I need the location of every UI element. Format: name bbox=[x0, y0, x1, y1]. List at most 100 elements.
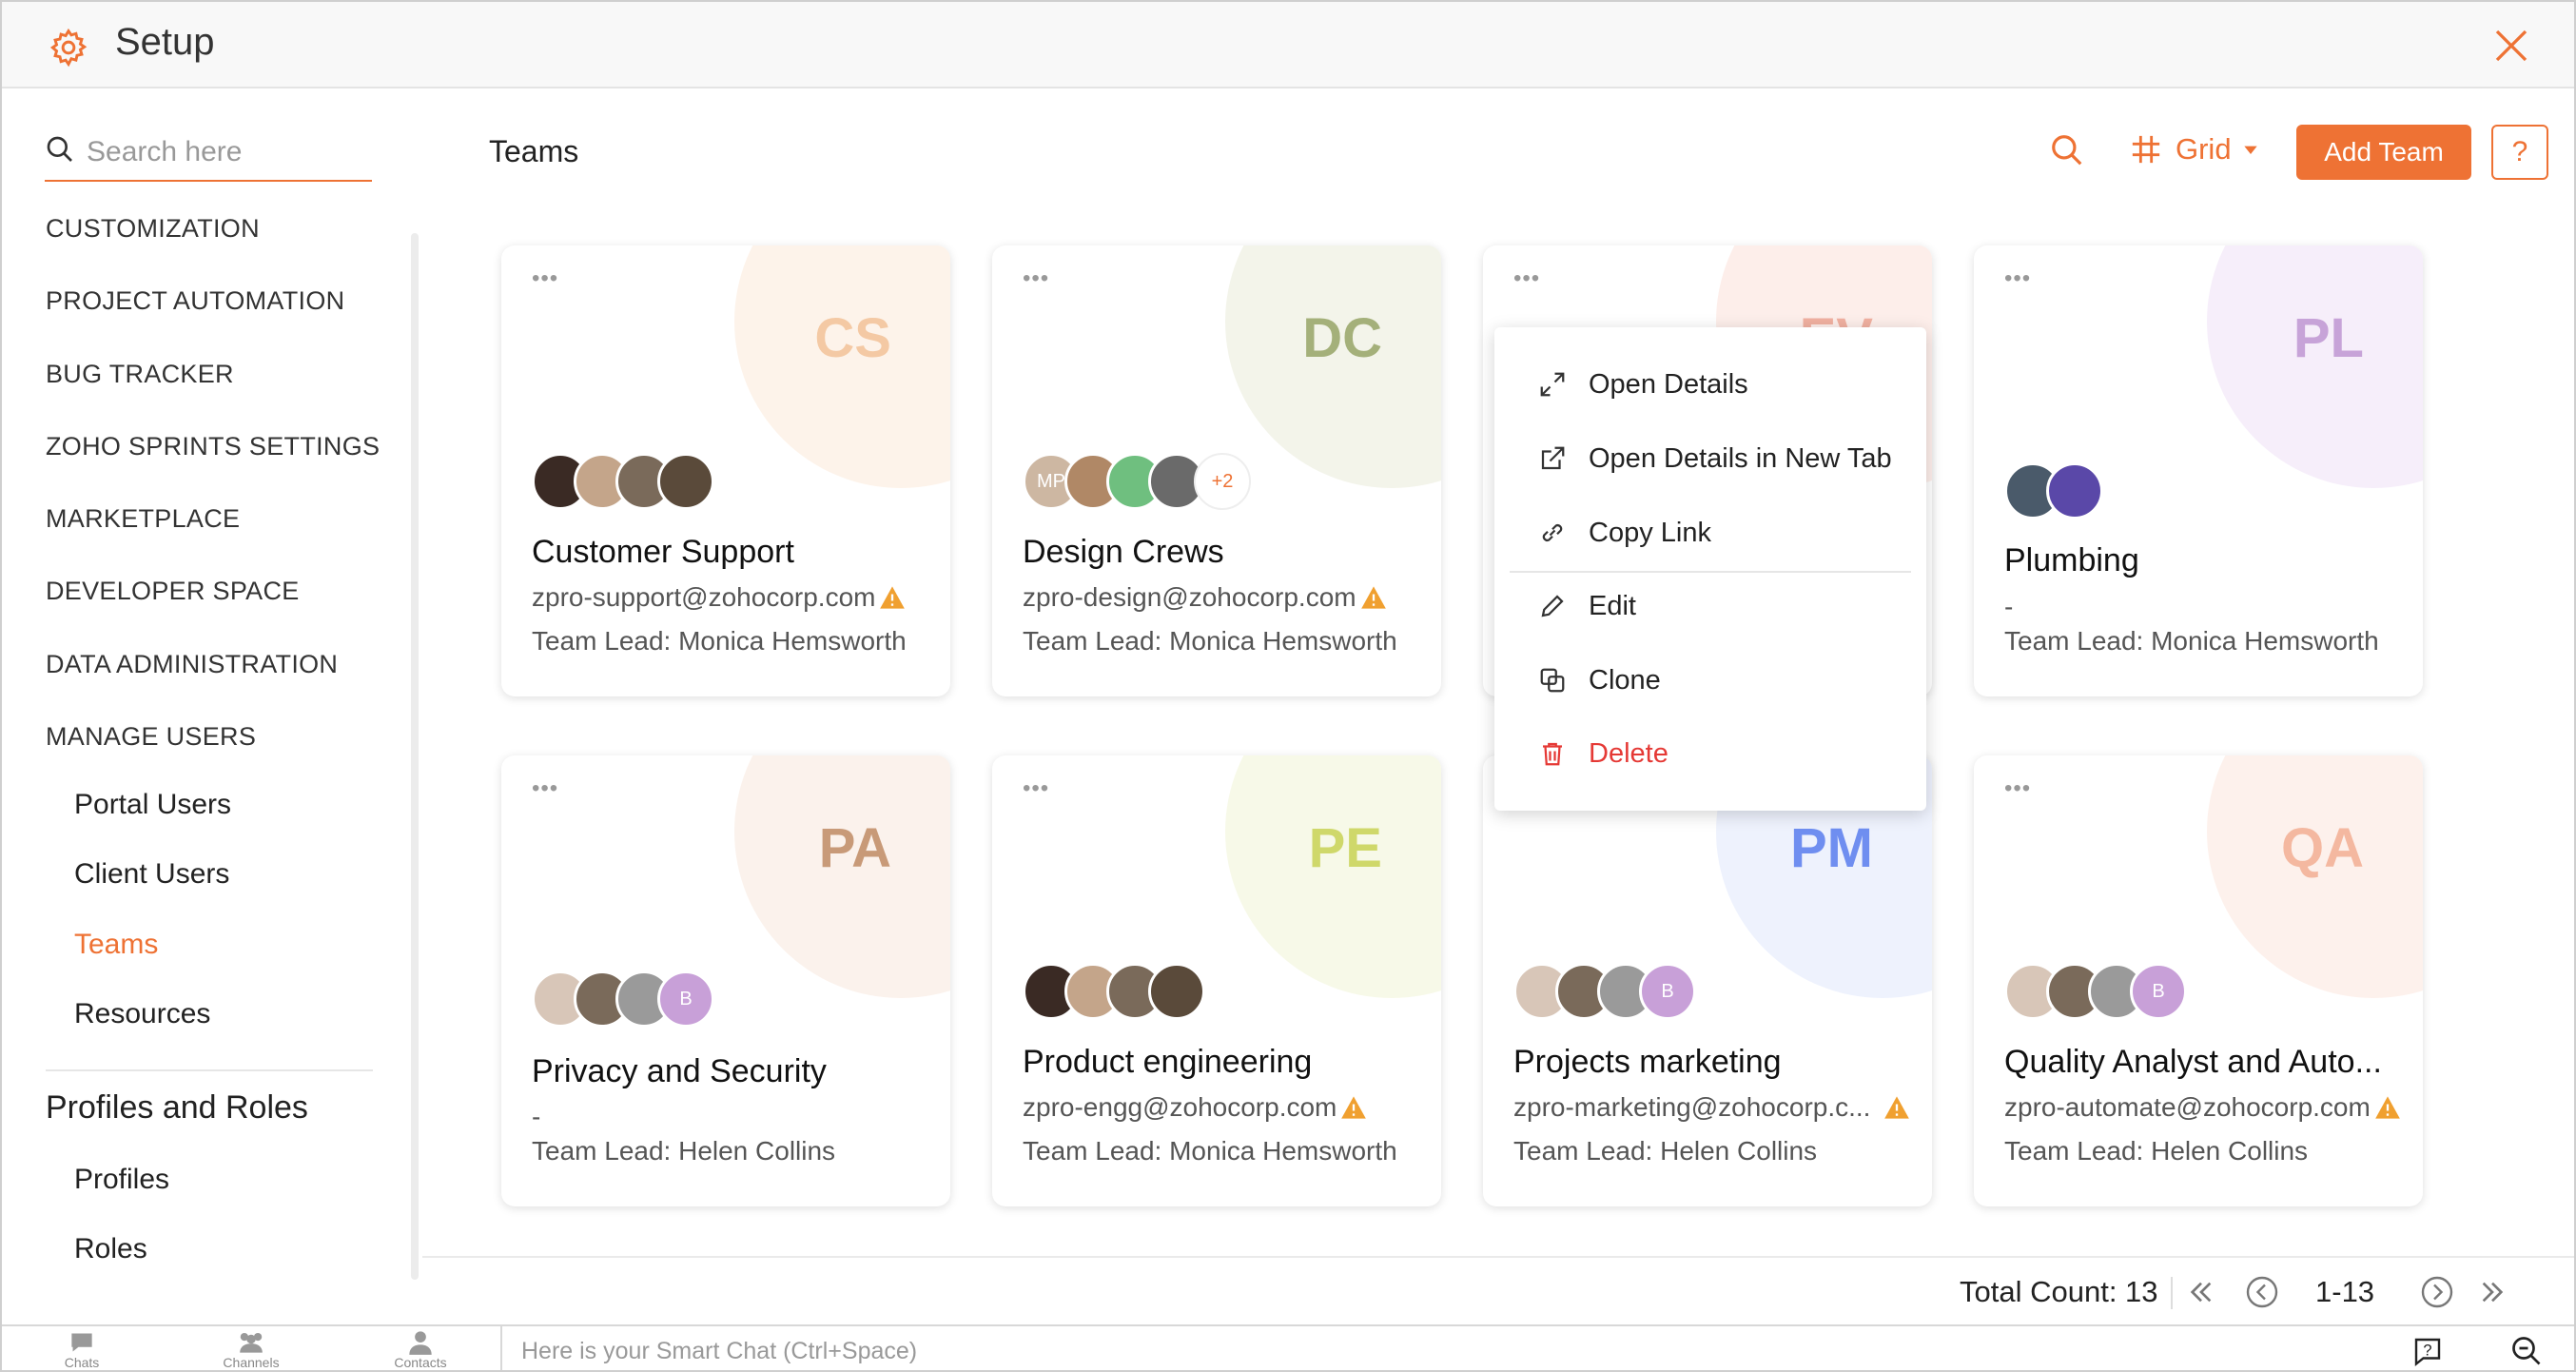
sidebar-item-data-administration[interactable]: DATA ADMINISTRATION bbox=[46, 650, 338, 679]
team-lead: Team Lead: Helen Collins bbox=[1513, 1136, 1818, 1166]
add-team-button[interactable]: Add Team bbox=[2296, 125, 2471, 180]
team-initials: PM bbox=[1790, 817, 1873, 879]
menu-item-clone[interactable]: Clone bbox=[1494, 649, 1926, 712]
team-initials: PL bbox=[2293, 307, 2364, 369]
sidebar-item-marketplace[interactable]: MARKETPLACE bbox=[46, 504, 240, 534]
menu-item-open-details[interactable]: Open Details bbox=[1494, 353, 1926, 416]
grid-hash-icon bbox=[2132, 135, 2160, 164]
sidebar-item-manage-users[interactable]: MANAGE USERS bbox=[46, 722, 256, 752]
sidebar-item-teams[interactable]: Teams bbox=[74, 929, 158, 961]
menu-item-copy-link[interactable]: Copy Link bbox=[1494, 501, 1926, 564]
sidebar-group-profiles-and-roles[interactable]: Profiles and Roles bbox=[46, 1089, 308, 1127]
member-avatars[interactable] bbox=[1023, 963, 1205, 1020]
menu-item-edit[interactable]: Edit bbox=[1494, 575, 1926, 637]
team-card-privacy-and-security[interactable]: ••• PA B Privacy and Security - Team Lea… bbox=[501, 755, 950, 1206]
more-options-icon[interactable]: ••• bbox=[2004, 267, 2031, 290]
team-card-plumbing[interactable]: ••• PL Plumbing - Team Lead: Monica Hems… bbox=[1974, 245, 2423, 696]
team-card-quality-analyst[interactable]: ••• QA B Quality Analyst and Auto... zpr… bbox=[1974, 755, 2423, 1206]
team-email-text: zpro-support@zohocorp.com bbox=[532, 582, 876, 612]
warning-icon bbox=[1360, 586, 1386, 609]
sidebar-item-resources[interactable]: Resources bbox=[74, 998, 210, 1030]
sidebar-item-developer-space[interactable]: DEVELOPER SPACE bbox=[46, 577, 300, 606]
sidebar-item-bug-tracker[interactable]: BUG TRACKER bbox=[46, 360, 234, 389]
team-card-product-engineering[interactable]: ••• PE Product engineering zpro-engg@zoh… bbox=[992, 755, 1441, 1206]
avatar-overflow-count[interactable]: +2 bbox=[1194, 453, 1251, 510]
sidebar: Search here CUSTOMIZATION PROJECT AUTOMA… bbox=[2, 88, 422, 1324]
link-icon bbox=[1542, 524, 1563, 541]
avatar: B bbox=[1639, 963, 1696, 1020]
team-name[interactable]: Plumbing bbox=[2004, 542, 2139, 579]
menu-item-delete[interactable]: Delete bbox=[1494, 722, 1926, 785]
svg-text:?: ? bbox=[2423, 1343, 2431, 1360]
member-avatars[interactable] bbox=[532, 453, 714, 510]
sidebar-item-profiles[interactable]: Profiles bbox=[74, 1164, 169, 1196]
first-page-icon[interactable] bbox=[2186, 1277, 2216, 1307]
search-icon[interactable] bbox=[2049, 132, 2085, 168]
menu-item-label: Open Details in New Tab bbox=[1589, 442, 1892, 474]
caret-down-icon bbox=[2243, 146, 2257, 154]
member-avatars[interactable] bbox=[2004, 462, 2103, 519]
channels-tab[interactable]: Channels bbox=[213, 1330, 289, 1370]
warning-icon bbox=[880, 586, 906, 609]
team-email-text: zpro-design@zohocorp.com bbox=[1023, 582, 1356, 612]
more-options-icon[interactable]: ••• bbox=[1023, 777, 1049, 800]
smart-chat-input[interactable]: Here is your Smart Chat (Ctrl+Space) bbox=[500, 1326, 2403, 1370]
sidebar-item-roles[interactable]: Roles bbox=[74, 1233, 147, 1265]
more-options-icon[interactable]: ••• bbox=[2004, 777, 2031, 800]
team-card-design-crews[interactable]: ••• DC MP +2 Design Crews zpro-design@zo… bbox=[992, 245, 1441, 696]
team-email: zpro-marketing@zohocorp.c... bbox=[1513, 1092, 1910, 1123]
more-options-icon[interactable]: ••• bbox=[532, 267, 558, 290]
member-avatars[interactable]: B bbox=[1513, 963, 1696, 1020]
team-card-projects-marketing[interactable]: ••• PM B Projects marketing zpro-marketi… bbox=[1483, 755, 1932, 1206]
member-avatars[interactable]: B bbox=[532, 970, 714, 1028]
help-button[interactable]: ? bbox=[2491, 125, 2548, 180]
team-name[interactable]: Design Crews bbox=[1023, 534, 1224, 571]
sidebar-item-customization[interactable]: CUSTOMIZATION bbox=[46, 214, 260, 244]
sidebar-item-client-users[interactable]: Client Users bbox=[74, 858, 229, 891]
contacts-tab[interactable]: Contacts bbox=[382, 1330, 459, 1370]
channels-label: Channels bbox=[223, 1355, 280, 1370]
sidebar-item-portal-users[interactable]: Portal Users bbox=[74, 789, 231, 821]
sidebar-search[interactable]: Search here bbox=[45, 121, 372, 182]
menu-item-label: Edit bbox=[1589, 590, 1636, 621]
team-name[interactable]: Product engineering bbox=[1023, 1044, 1312, 1081]
total-count: Total Count: 13 bbox=[1960, 1275, 2158, 1308]
more-options-icon[interactable]: ••• bbox=[532, 777, 558, 800]
menu-item-label: Delete bbox=[1589, 737, 1669, 769]
search-input[interactable]: Search here bbox=[87, 136, 242, 168]
page-title: Teams bbox=[489, 134, 579, 168]
more-options-icon[interactable]: ••• bbox=[1023, 267, 1049, 290]
team-email: - bbox=[532, 1102, 541, 1131]
search-chat-icon[interactable] bbox=[2509, 1334, 2544, 1368]
team-lead: Team Lead: Helen Collins bbox=[532, 1136, 836, 1166]
team-lead: Team Lead: Monica Hemsworth bbox=[2004, 626, 2379, 656]
team-initials: DC bbox=[1302, 307, 1382, 369]
close-icon[interactable] bbox=[2492, 27, 2530, 65]
trash-icon bbox=[1543, 742, 1562, 766]
team-name[interactable]: Quality Analyst and Auto... bbox=[2004, 1044, 2382, 1081]
more-options-icon[interactable]: ••• bbox=[1513, 267, 1540, 290]
team-lead: Team Lead: Helen Collins bbox=[2004, 1136, 2309, 1166]
top-bar: Setup bbox=[2, 2, 2574, 88]
menu-item-open-new-tab[interactable]: Open Details in New Tab bbox=[1494, 427, 1926, 490]
sidebar-scrollbar[interactable] bbox=[411, 233, 419, 1280]
help-circle-icon[interactable]: ? bbox=[2410, 1334, 2445, 1368]
sidebar-item-zoho-sprints-settings[interactable]: ZOHO SPRINTS SETTINGS bbox=[46, 432, 380, 461]
team-lead: Team Lead: Monica Hemsworth bbox=[532, 626, 907, 656]
external-link-icon bbox=[1541, 446, 1565, 470]
chats-tab[interactable]: Chats bbox=[44, 1330, 120, 1370]
member-avatars[interactable]: MP +2 bbox=[1023, 453, 1251, 510]
team-name[interactable]: Privacy and Security bbox=[532, 1053, 827, 1090]
next-page-icon[interactable] bbox=[2420, 1275, 2454, 1309]
menu-item-label: Copy Link bbox=[1589, 517, 1711, 548]
member-avatars[interactable]: B bbox=[2004, 963, 2187, 1020]
team-name[interactable]: Customer Support bbox=[532, 534, 794, 571]
previous-page-icon[interactable] bbox=[2245, 1275, 2279, 1309]
view-toggle-grid[interactable]: Grid bbox=[2130, 128, 2274, 170]
last-page-icon[interactable] bbox=[2477, 1277, 2508, 1307]
team-name[interactable]: Projects marketing bbox=[1513, 1044, 1782, 1081]
sidebar-item-project-automation[interactable]: PROJECT AUTOMATION bbox=[46, 286, 344, 316]
chat-bubble-icon bbox=[71, 1333, 92, 1352]
team-card-customer-support[interactable]: ••• CS Customer Support zpro-support@zoh… bbox=[501, 245, 950, 696]
team-lead: Team Lead: Monica Hemsworth bbox=[1023, 1136, 1397, 1166]
